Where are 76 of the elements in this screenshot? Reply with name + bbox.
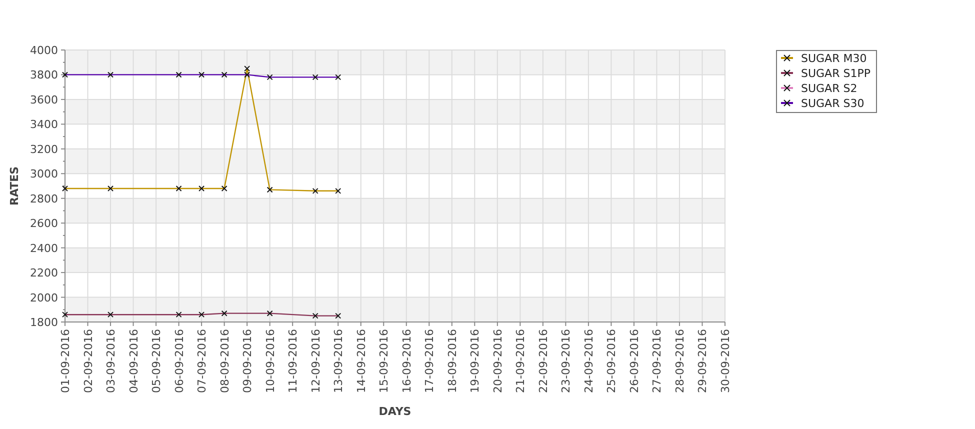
x-tick-label: 02-09-2016 — [82, 329, 95, 393]
x-tick-label: 10-09-2016 — [264, 329, 277, 393]
x-tick-label: 11-09-2016 — [286, 329, 300, 393]
x-tick-label: 29-09-2016 — [696, 329, 710, 393]
x-tick-label: 01-09-2016 — [59, 329, 72, 393]
data-marker — [62, 312, 68, 318]
x-tick-label: 13-09-2016 — [332, 329, 346, 393]
data-marker — [266, 310, 273, 316]
x-tick-label: 14-09-2016 — [354, 329, 368, 393]
x-tick-label: 25-09-2016 — [605, 329, 618, 393]
legend-marker — [781, 100, 793, 106]
x-tick-label: 04-09-2016 — [127, 329, 140, 393]
x-tick-label: 15-09-2016 — [378, 329, 391, 393]
data-marker — [108, 72, 114, 78]
data-marker — [176, 72, 182, 78]
data-marker — [312, 312, 318, 319]
x-tick-label: 07-09-2016 — [196, 329, 209, 393]
data-marker — [221, 310, 228, 316]
x-tick-label: 26-09-2016 — [628, 329, 641, 393]
data-marker — [176, 312, 182, 318]
x-tick-label: 20-09-2016 — [491, 329, 504, 393]
x-tick-label: 24-09-2016 — [582, 329, 596, 393]
x-tick-label: 03-09-2016 — [104, 329, 118, 393]
legend-marker — [781, 70, 793, 76]
data-marker — [221, 72, 228, 78]
y-tick-label: 1800 — [30, 316, 58, 329]
data-marker — [266, 186, 273, 193]
data-marker — [312, 188, 318, 194]
data-marker — [312, 74, 318, 80]
legend-label: SUGAR S1PP — [801, 67, 870, 80]
x-tick-label: 09-09-2016 — [241, 329, 254, 393]
data-marker — [335, 312, 342, 319]
data-marker — [176, 185, 182, 192]
legend-marker — [781, 54, 793, 62]
legend-label: SUGAR S30 — [801, 97, 864, 110]
data-marker — [266, 74, 273, 80]
x-tick-label: 27-09-2016 — [650, 329, 664, 393]
y-tick-label: 3200 — [30, 142, 58, 156]
y-tick-label: 3600 — [30, 93, 58, 106]
y-tick-label: 2000 — [30, 291, 58, 304]
x-tick-label: 28-09-2016 — [673, 329, 686, 393]
y-tick-label: 2600 — [30, 217, 58, 230]
x-tick-label: 18-09-2016 — [446, 329, 459, 393]
x-tick-label: 21-09-2016 — [514, 329, 528, 393]
data-marker — [198, 312, 205, 318]
x-axis-title: DAYS — [378, 405, 412, 418]
data-marker — [62, 185, 68, 192]
x-tick-label: 19-09-2016 — [468, 329, 482, 393]
data-marker — [335, 188, 342, 194]
data-marker — [198, 185, 205, 192]
x-tick-label: 17-09-2016 — [423, 329, 436, 393]
data-marker — [221, 185, 228, 192]
y-tick-label: 3800 — [30, 68, 58, 82]
y-tick-label: 3400 — [30, 118, 58, 132]
x-tick-label: 16-09-2016 — [400, 329, 414, 393]
x-tick-label: 05-09-2016 — [150, 329, 164, 393]
x-tick-label: 06-09-2016 — [172, 329, 186, 393]
y-tick-label: 4000 — [30, 44, 58, 57]
data-marker — [198, 72, 205, 78]
x-tick-label: 22-09-2016 — [536, 329, 550, 393]
legend-marker — [781, 84, 793, 92]
x-tick-label: 23-09-2016 — [560, 329, 573, 393]
x-tick-label: 08-09-2016 — [218, 329, 232, 393]
legend-label: SUGAR M30 — [801, 52, 867, 65]
data-marker — [108, 185, 114, 192]
data-marker — [62, 72, 68, 78]
y-tick-label: 2400 — [30, 242, 58, 255]
y-tick-label: 2800 — [30, 192, 58, 206]
data-marker — [335, 74, 342, 80]
x-tick-label: 30-09-2016 — [719, 329, 732, 393]
y-tick-label: 3000 — [30, 168, 58, 181]
legend-label: SUGAR S2 — [801, 82, 858, 95]
x-tick-label: 12-09-2016 — [309, 329, 322, 393]
y-tick-label: 2200 — [30, 266, 58, 280]
y-axis-title: RATES — [8, 166, 21, 206]
data-marker — [108, 312, 114, 318]
